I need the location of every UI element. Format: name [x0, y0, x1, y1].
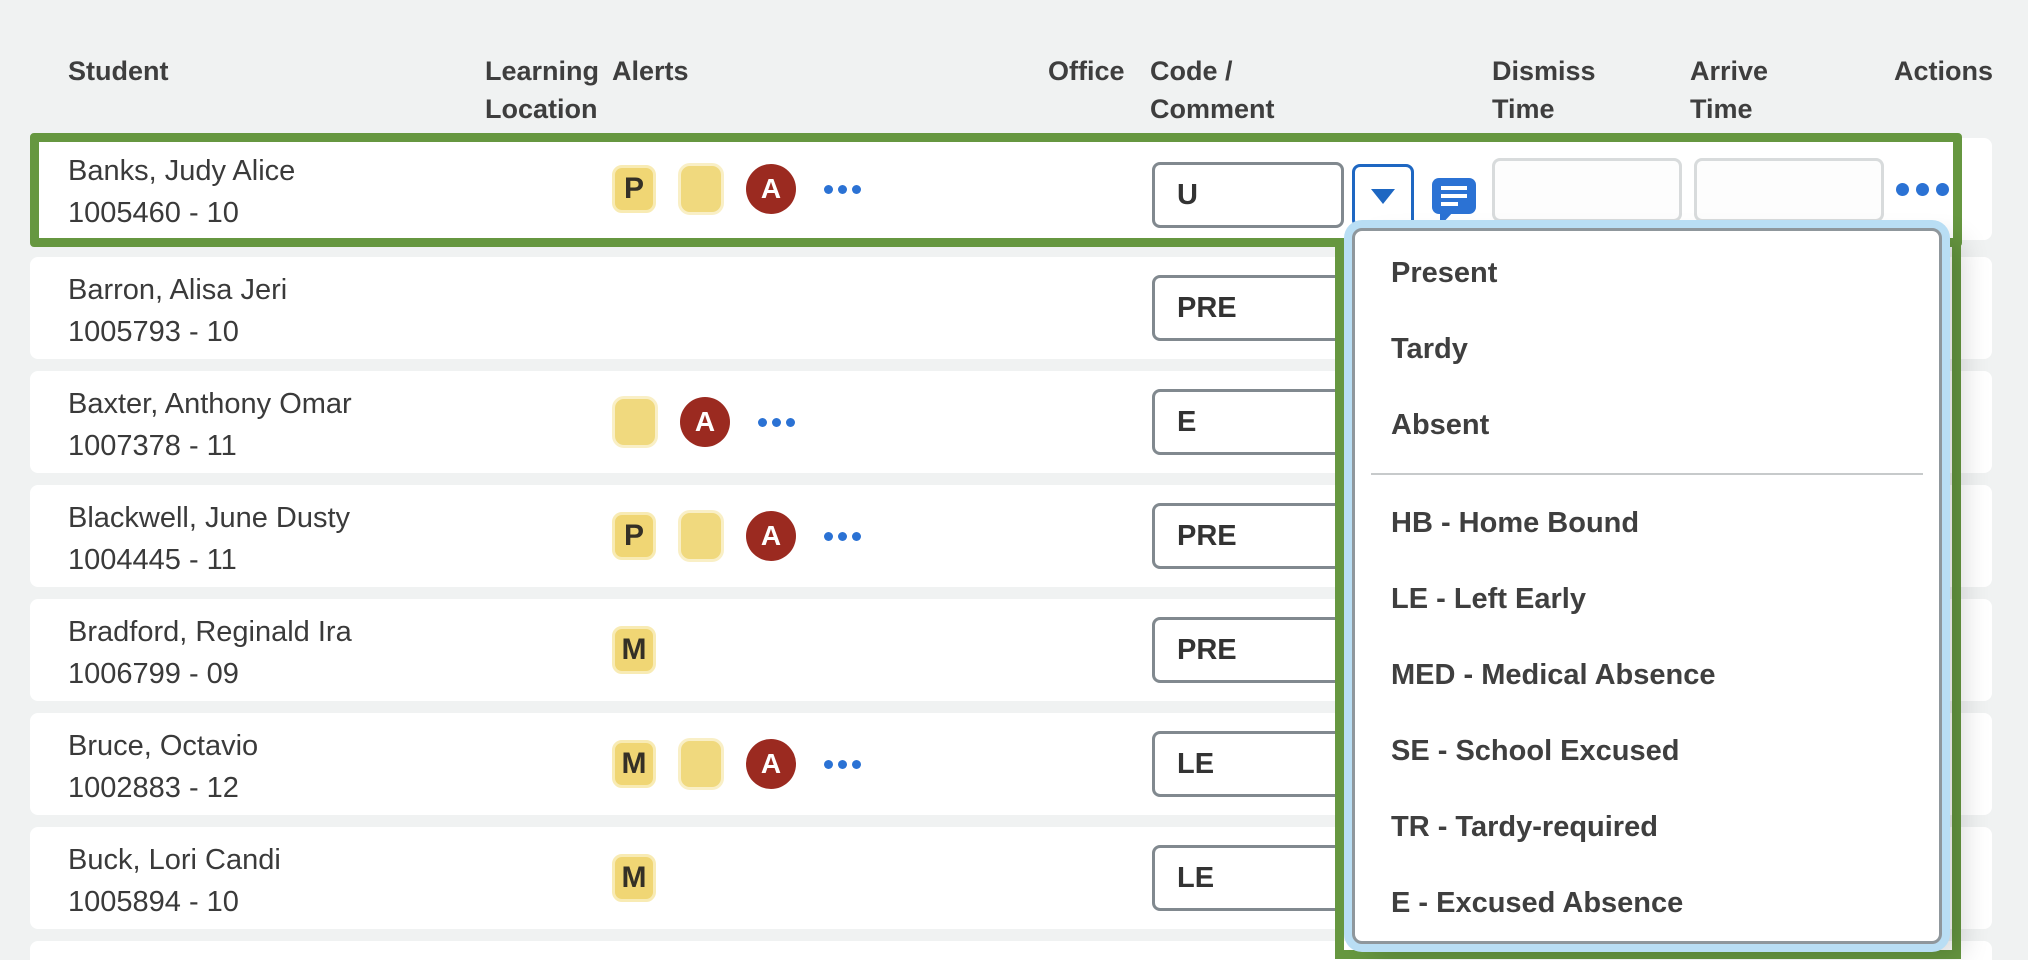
menu-item-absent[interactable]: Absent [1355, 387, 1939, 463]
attendance-code-input[interactable] [1152, 503, 1344, 569]
column-header-learning-location: LearningLocation [485, 52, 599, 128]
column-header-actions: Actions [1894, 52, 1993, 90]
note-alert-icon[interactable] [678, 510, 724, 562]
medical-alert-icon[interactable]: M [612, 854, 656, 902]
note-alert-icon[interactable] [612, 396, 658, 448]
menu-item-tardy-required[interactable]: TR - Tardy-required [1355, 789, 1939, 865]
attendance-code-input[interactable] [1152, 845, 1344, 911]
alerts-group: M [612, 827, 656, 929]
student-info: Bruce, Octavio 1002883 - 12 [68, 725, 258, 809]
more-alerts-icon[interactable] [824, 532, 861, 541]
menu-divider [1371, 473, 1923, 475]
column-header-office: Office [1048, 52, 1125, 90]
student-name: Baxter, Anthony Omar [68, 383, 352, 425]
menu-item-left-early[interactable]: LE - Left Early [1355, 561, 1939, 637]
student-name: Bruce, Octavio [68, 725, 258, 767]
attendance-roster-page: Student LearningLocation Alerts Office C… [0, 0, 2028, 960]
program-alert-icon[interactable]: P [612, 512, 656, 560]
attendance-code-input[interactable] [1152, 275, 1344, 341]
more-alerts-icon[interactable] [758, 418, 795, 427]
student-id: 1004445 - 11 [68, 539, 350, 581]
menu-item-excused-absence[interactable]: E - Excused Absence [1355, 865, 1939, 941]
attendance-alert-icon[interactable]: A [746, 739, 796, 789]
alerts-group: M A [612, 713, 861, 815]
student-info: Baxter, Anthony Omar 1007378 - 11 [68, 383, 352, 467]
menu-item-tardy[interactable]: Tardy [1355, 311, 1939, 387]
alerts-group: A [612, 371, 795, 473]
student-info: Barron, Alisa Jeri 1005793 - 10 [68, 269, 287, 353]
medical-alert-icon[interactable]: M [612, 626, 656, 674]
alerts-group: P A [612, 485, 861, 587]
attendance-alert-icon[interactable]: A [680, 397, 730, 447]
student-name: Bradford, Reginald Ira [68, 611, 352, 653]
attendance-alert-icon[interactable]: A [746, 511, 796, 561]
student-info: Blackwell, June Dusty 1004445 - 11 [68, 497, 350, 581]
column-header-arrive-time: ArriveTime [1690, 52, 1768, 128]
menu-item-present[interactable]: Present [1355, 235, 1939, 311]
student-id: 1006799 - 09 [68, 653, 352, 695]
menu-item-school-excused[interactable]: SE - School Excused [1355, 713, 1939, 789]
student-id: 1005894 - 10 [68, 881, 281, 923]
attendance-code-input[interactable] [1152, 389, 1344, 455]
column-header-dismiss-time: DismissTime [1492, 52, 1596, 128]
medical-alert-icon[interactable]: M [612, 740, 656, 788]
student-id: 1007378 - 11 [68, 425, 352, 467]
attendance-code-input[interactable] [1152, 731, 1344, 797]
column-header-alerts: Alerts [612, 52, 689, 90]
student-name: Blackwell, June Dusty [68, 497, 350, 539]
attendance-code-menu: Present Tardy Absent HB - Home Bound LE … [1352, 228, 1942, 944]
menu-item-medical-absence[interactable]: MED - Medical Absence [1355, 637, 1939, 713]
more-alerts-icon[interactable] [824, 760, 861, 769]
student-name: Buck, Lori Candi [68, 839, 281, 881]
student-info: Buck, Lori Candi 1005894 - 10 [68, 839, 281, 923]
note-alert-icon[interactable] [678, 738, 724, 790]
column-header-student: Student [68, 52, 169, 90]
student-info: Bradford, Reginald Ira 1006799 - 09 [68, 611, 352, 695]
menu-item-home-bound[interactable]: HB - Home Bound [1355, 485, 1939, 561]
attendance-code-input[interactable] [1152, 617, 1344, 683]
student-id: 1002883 - 12 [68, 767, 258, 809]
column-header-code-comment: Code /Comment [1150, 52, 1275, 128]
student-name: Barron, Alisa Jeri [68, 269, 287, 311]
alerts-group: M [612, 599, 656, 701]
student-id: 1005793 - 10 [68, 311, 287, 353]
